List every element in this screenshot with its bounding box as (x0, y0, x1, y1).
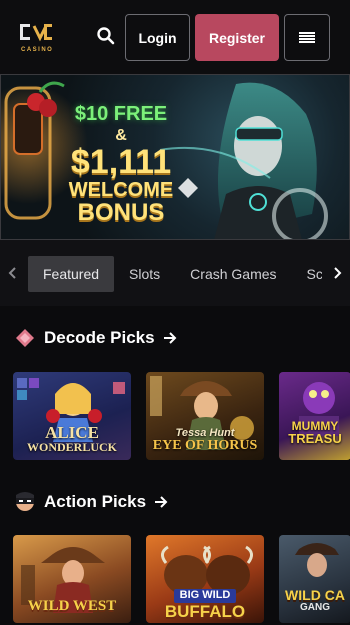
banner-line-5: BONUS (77, 199, 165, 226)
section-title-decode-picks[interactable]: Decode Picks (14, 326, 177, 350)
tab-scratch[interactable]: Scr (292, 256, 322, 292)
game-card[interactable]: MUMMY TREASU (279, 372, 350, 460)
category-tabs-bar: Featured Slots Crash Games Scr (0, 240, 350, 306)
register-button[interactable]: Register (195, 14, 279, 61)
search-icon (97, 27, 115, 45)
arrow-right-icon (155, 496, 168, 508)
tab-slots[interactable]: Slots (114, 256, 175, 292)
menu-button[interactable] (284, 14, 330, 61)
ninja-icon (16, 492, 34, 511)
arrow-right-icon (163, 332, 176, 344)
search-button[interactable] (96, 26, 116, 46)
logo[interactable]: CASINO (18, 20, 58, 56)
game-card[interactable]: BIG WILD BUFFALO (146, 535, 264, 623)
banner-headline: $10 FREE & $1,111 WELCOME BONUS (66, 104, 176, 225)
banner-line-4: WELCOME (68, 179, 174, 201)
section-title-action-picks[interactable]: Action Picks (14, 490, 168, 514)
category-tabs: Featured Slots Crash Games Scr (28, 256, 322, 292)
banner-line-2: & (115, 127, 127, 144)
logo-text: CASINO (21, 47, 54, 53)
game-title: BIG WILD BUFFALO (164, 589, 246, 622)
banner-line-3: $1,111 (70, 143, 172, 181)
game-row-decode-picks: ALICE WONDERLUCK Tessa Hunt EYE OF HORUS… (13, 372, 350, 460)
header: CASINO Login Register (0, 0, 350, 74)
game-title: Tessa Hunt EYE OF HORUS (152, 426, 258, 454)
login-button[interactable]: Login (125, 14, 190, 61)
game-title: ALICE WONDERLUCK (26, 422, 117, 455)
game-title: WILD CA GANG (285, 586, 345, 613)
game-title: MUMMY TREASU (288, 418, 342, 447)
game-card[interactable]: Tessa Hunt EYE OF HORUS (146, 372, 264, 460)
section-label: Action Picks (44, 492, 147, 511)
tab-crash-games[interactable]: Crash Games (175, 256, 291, 292)
diamond-icon (16, 329, 34, 347)
logo-icon (20, 24, 52, 42)
tab-featured[interactable]: Featured (28, 256, 115, 292)
game-card[interactable]: WILD WEST (13, 535, 131, 623)
chevron-right-icon[interactable] (331, 264, 343, 282)
banner-line-1: $10 FREE (74, 103, 168, 125)
game-card[interactable]: ALICE WONDERLUCK (13, 372, 131, 460)
promo-banner[interactable]: $10 FREE & $1,111 WELCOME BONUS (0, 74, 350, 240)
game-art (299, 382, 339, 436)
game-title: WILD WEST (27, 598, 117, 615)
game-card[interactable]: WILD CA GANG (279, 535, 350, 623)
game-row-action-picks: WILD WEST BIG WILD BUFFALO WILD CA GANG (13, 535, 350, 623)
section-label: Decode Picks (44, 328, 155, 347)
hamburger-icon (299, 31, 315, 44)
chevron-left-icon[interactable] (7, 264, 19, 282)
